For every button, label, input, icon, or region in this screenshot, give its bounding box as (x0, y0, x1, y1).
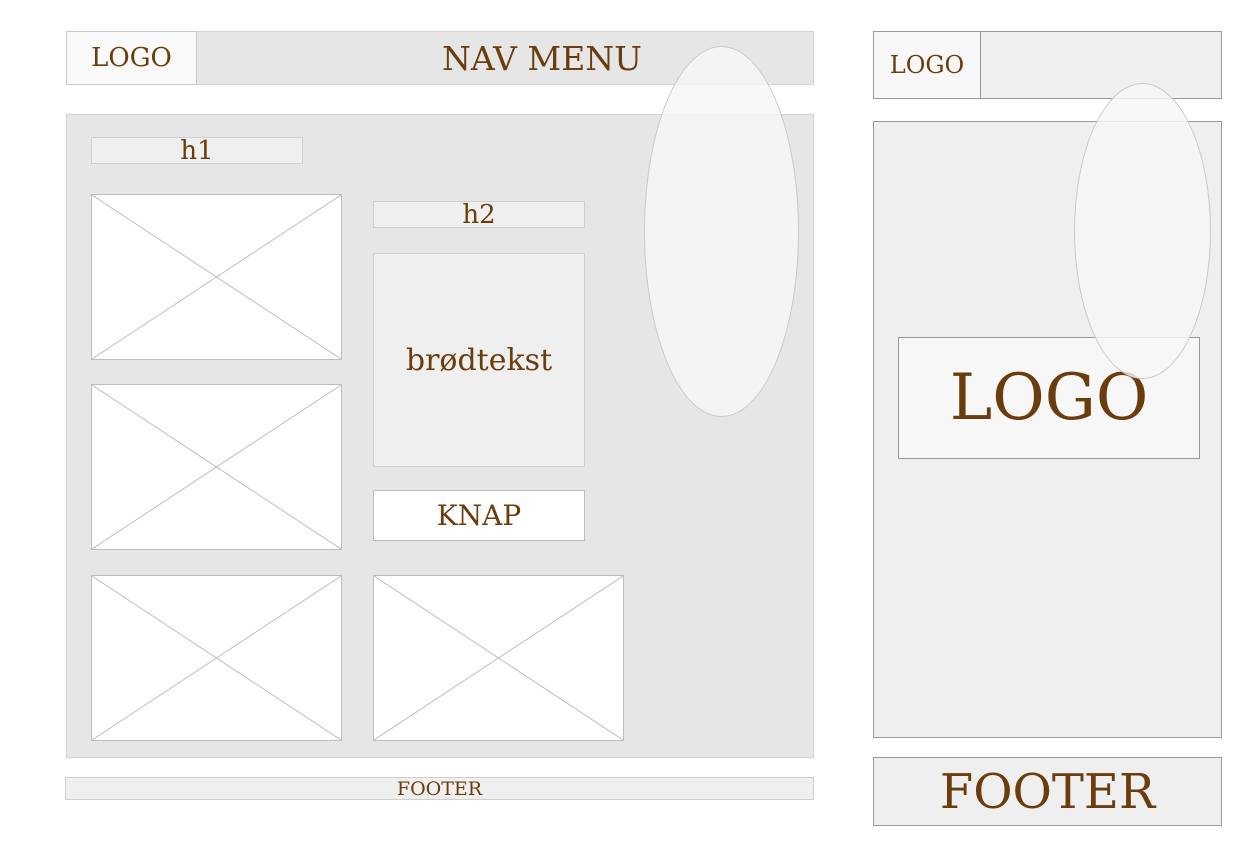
desktop-nav-menu[interactable]: NAV MENU (197, 31, 887, 85)
image-placeholder-3 (91, 575, 342, 741)
desktop-button[interactable]: KNAP (373, 490, 585, 541)
desktop-body-text: brødtekst (373, 253, 585, 467)
image-placeholder-1 (91, 194, 342, 360)
desktop-h2: h2 (373, 200, 585, 230)
mobile-ellipse-shape (1074, 83, 1211, 379)
image-placeholder-4 (373, 575, 624, 741)
mobile-header-logo[interactable]: LOGO (873, 31, 981, 99)
desktop-logo[interactable]: LOGO (66, 31, 197, 85)
desktop-footer: FOOTER (65, 777, 814, 800)
mobile-footer: FOOTER (873, 757, 1222, 826)
image-placeholder-2 (91, 384, 342, 550)
desktop-ellipse-shape (644, 46, 799, 417)
desktop-h1: h1 (91, 136, 303, 166)
